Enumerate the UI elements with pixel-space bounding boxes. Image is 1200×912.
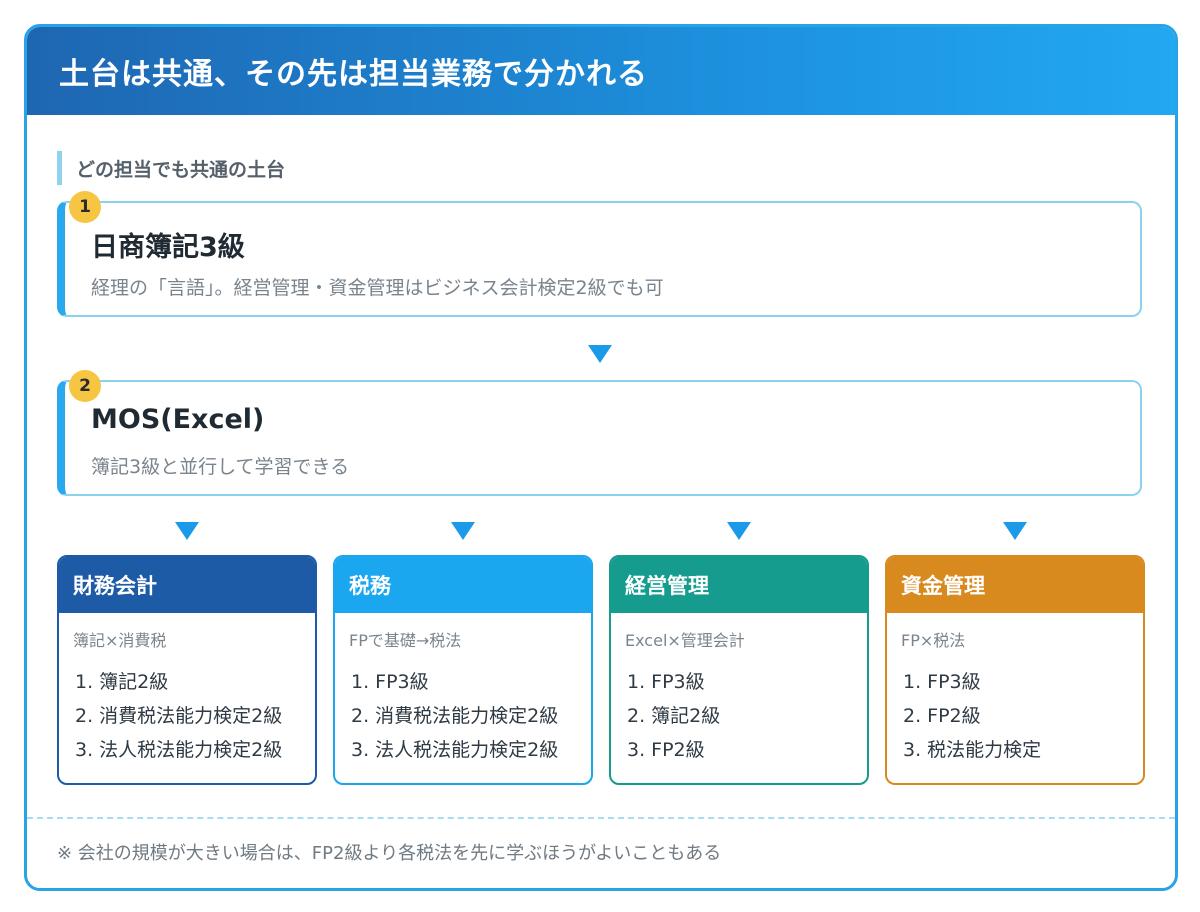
footnote: ※ 会社の規模が大きい場合は、FP2級より各税法を先に学ぶほうがよいこともある <box>57 843 722 864</box>
card-title: 税務 <box>335 557 591 613</box>
card-title: 資金管理 <box>887 557 1143 613</box>
common-foundation-label: どの担当でも共通の土台 <box>57 151 285 185</box>
list-item: 2. FP2級 <box>903 705 981 727</box>
card-list: 1. FP3級 2. 簿記2級 3. FP2級 <box>611 665 867 767</box>
step-2-badge: 2 <box>69 370 101 402</box>
header-banner: 土台は共通、その先は担当業務で分かれる <box>27 27 1175 115</box>
card-financial-accounting: 財務会計 簿記×消費税 1. 簿記2級 2. 消費税法能力検定2級 3. 法人税… <box>57 555 317 785</box>
list-item: 1. FP3級 <box>627 671 705 693</box>
step-2-desc: 簿記3級と並行して学習できる <box>91 456 350 478</box>
down-arrow-icon <box>588 345 612 363</box>
card-management: 経営管理 Excel×管理会計 1. FP3級 2. 簿記2級 3. FP2級 <box>609 555 869 785</box>
step-1-badge: 1 <box>69 191 101 223</box>
down-arrow-icon <box>727 522 751 540</box>
page-title: 土台は共通、その先は担当業務で分かれる <box>59 57 648 92</box>
card-title: 財務会計 <box>59 557 315 613</box>
list-item: 3. 法人税法能力検定2級 <box>75 739 283 761</box>
card-subtitle: 簿記×消費税 <box>73 631 167 650</box>
card-subtitle: FP×税法 <box>901 631 966 650</box>
dashed-divider <box>27 817 1175 819</box>
card-fund-management: 資金管理 FP×税法 1. FP3級 2. FP2級 3. 税法能力検定 <box>885 555 1145 785</box>
card-list: 1. FP3級 2. FP2級 3. 税法能力検定 <box>887 665 1143 767</box>
list-item: 3. FP2級 <box>627 739 705 761</box>
list-item: 1. FP3級 <box>351 671 429 693</box>
step-1-title: 日商簿記3級 <box>91 232 245 263</box>
card-subtitle: Excel×管理会計 <box>625 631 745 650</box>
down-arrow-icon <box>1003 522 1027 540</box>
list-item: 3. 法人税法能力検定2級 <box>351 739 559 761</box>
diagram-frame: 土台は共通、その先は担当業務で分かれる どの担当でも共通の土台 1 日商簿記3級… <box>24 24 1178 891</box>
step-1-desc: 経理の「言語」。経営管理・資金管理はビジネス会計検定2級でも可 <box>91 277 664 299</box>
step-1-card: 1 日商簿記3級 経理の「言語」。経営管理・資金管理はビジネス会計検定2級でも可 <box>57 191 1142 317</box>
list-item: 2. 消費税法能力検定2級 <box>351 705 559 727</box>
card-list: 1. 簿記2級 2. 消費税法能力検定2級 3. 法人税法能力検定2級 <box>59 665 315 767</box>
list-item: 1. FP3級 <box>903 671 981 693</box>
down-arrow-icon <box>175 522 199 540</box>
step-2-title: MOS(Excel) <box>91 404 265 435</box>
card-list: 1. FP3級 2. 消費税法能力検定2級 3. 法人税法能力検定2級 <box>335 665 591 767</box>
card-tax: 税務 FPで基礎→税法 1. FP3級 2. 消費税法能力検定2級 3. 法人税… <box>333 555 593 785</box>
card-subtitle: FPで基礎→税法 <box>349 631 462 650</box>
list-item: 3. 税法能力検定 <box>903 739 1042 761</box>
list-item: 1. 簿記2級 <box>75 671 169 693</box>
card-title: 経営管理 <box>611 557 867 613</box>
down-arrow-icon <box>451 522 475 540</box>
step-2-card: 2 MOS(Excel) 簿記3級と並行して学習できる <box>57 370 1142 496</box>
list-item: 2. 消費税法能力検定2級 <box>75 705 283 727</box>
list-item: 2. 簿記2級 <box>627 705 721 727</box>
